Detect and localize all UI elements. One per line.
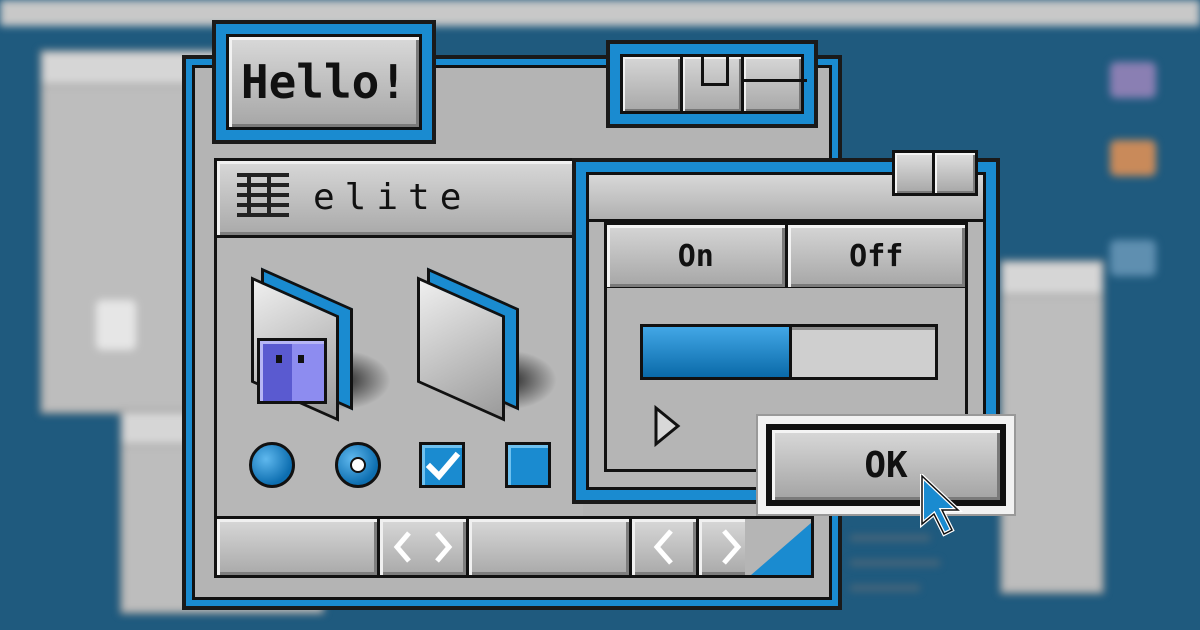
window-controls [606, 40, 818, 128]
finder-folder-icon[interactable] [251, 267, 391, 422]
scroll-left-button[interactable] [632, 519, 699, 575]
progress-bar [640, 324, 938, 380]
checkbox-unchecked[interactable] [505, 442, 551, 488]
radio-button[interactable] [249, 442, 295, 488]
scrollbar-track-right[interactable] [469, 519, 632, 575]
menu-bar [0, 0, 1200, 26]
window-title-tab[interactable]: Hello! [212, 20, 436, 144]
scroll-thumb[interactable] [380, 519, 469, 575]
scroll-right-icon [722, 529, 742, 565]
horizontal-scroll-arrows-icon [393, 531, 453, 563]
window-shade-button[interactable] [683, 57, 744, 111]
progress-fill [643, 327, 792, 377]
folder-content-area [214, 238, 583, 516]
off-button[interactable]: Off [787, 225, 965, 287]
application-icon [1110, 140, 1156, 176]
scroll-left-icon [653, 529, 673, 565]
window-title: Hello! [226, 34, 422, 130]
disclosure-triangle-icon[interactable] [652, 404, 682, 448]
on-button[interactable]: On [607, 225, 785, 287]
list-panel-header[interactable]: elite [214, 158, 580, 238]
zoom-icon [633, 67, 653, 87]
shade-icon [701, 57, 730, 86]
mouse-pointer-icon [920, 474, 964, 537]
radio-button-selected[interactable] [335, 442, 381, 488]
collapse-button[interactable] [740, 57, 807, 111]
network-icon [1110, 240, 1156, 276]
checkbox-checked[interactable] [419, 442, 465, 488]
checkmark-icon [425, 451, 461, 481]
on-off-segmented-control: On Off [604, 222, 968, 290]
drive-icon [1110, 62, 1156, 98]
scrollbar-track-left[interactable] [217, 519, 380, 575]
list-icon [237, 173, 289, 223]
collapse-icon [740, 79, 807, 82]
folder-icon[interactable] [417, 267, 557, 422]
resize-corner-icon[interactable] [745, 519, 811, 575]
ok-button[interactable]: OK [766, 424, 1006, 506]
panel-collapse-button[interactable] [932, 150, 978, 196]
horizontal-scrollbar[interactable] [214, 516, 814, 578]
document-icon [96, 300, 136, 350]
list-panel-title: elite [313, 177, 472, 218]
zoom-button[interactable] [623, 57, 684, 111]
ok-button-focus-ring: OK [756, 414, 1016, 516]
finder-face-icon [257, 338, 327, 404]
